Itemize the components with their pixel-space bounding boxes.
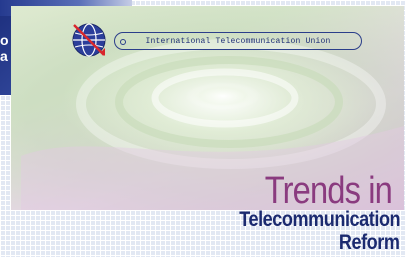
report-title-line-1: Trends in — [264, 170, 393, 212]
report-title-line-3: Reform — [339, 231, 400, 254]
itu-globe-logo-icon — [72, 23, 106, 57]
organization-name-badge: International Telecommunication Union — [114, 32, 362, 50]
organization-name: International Telecommunication Union — [145, 36, 331, 46]
report-title-line-2: Telecommunication — [239, 208, 400, 231]
